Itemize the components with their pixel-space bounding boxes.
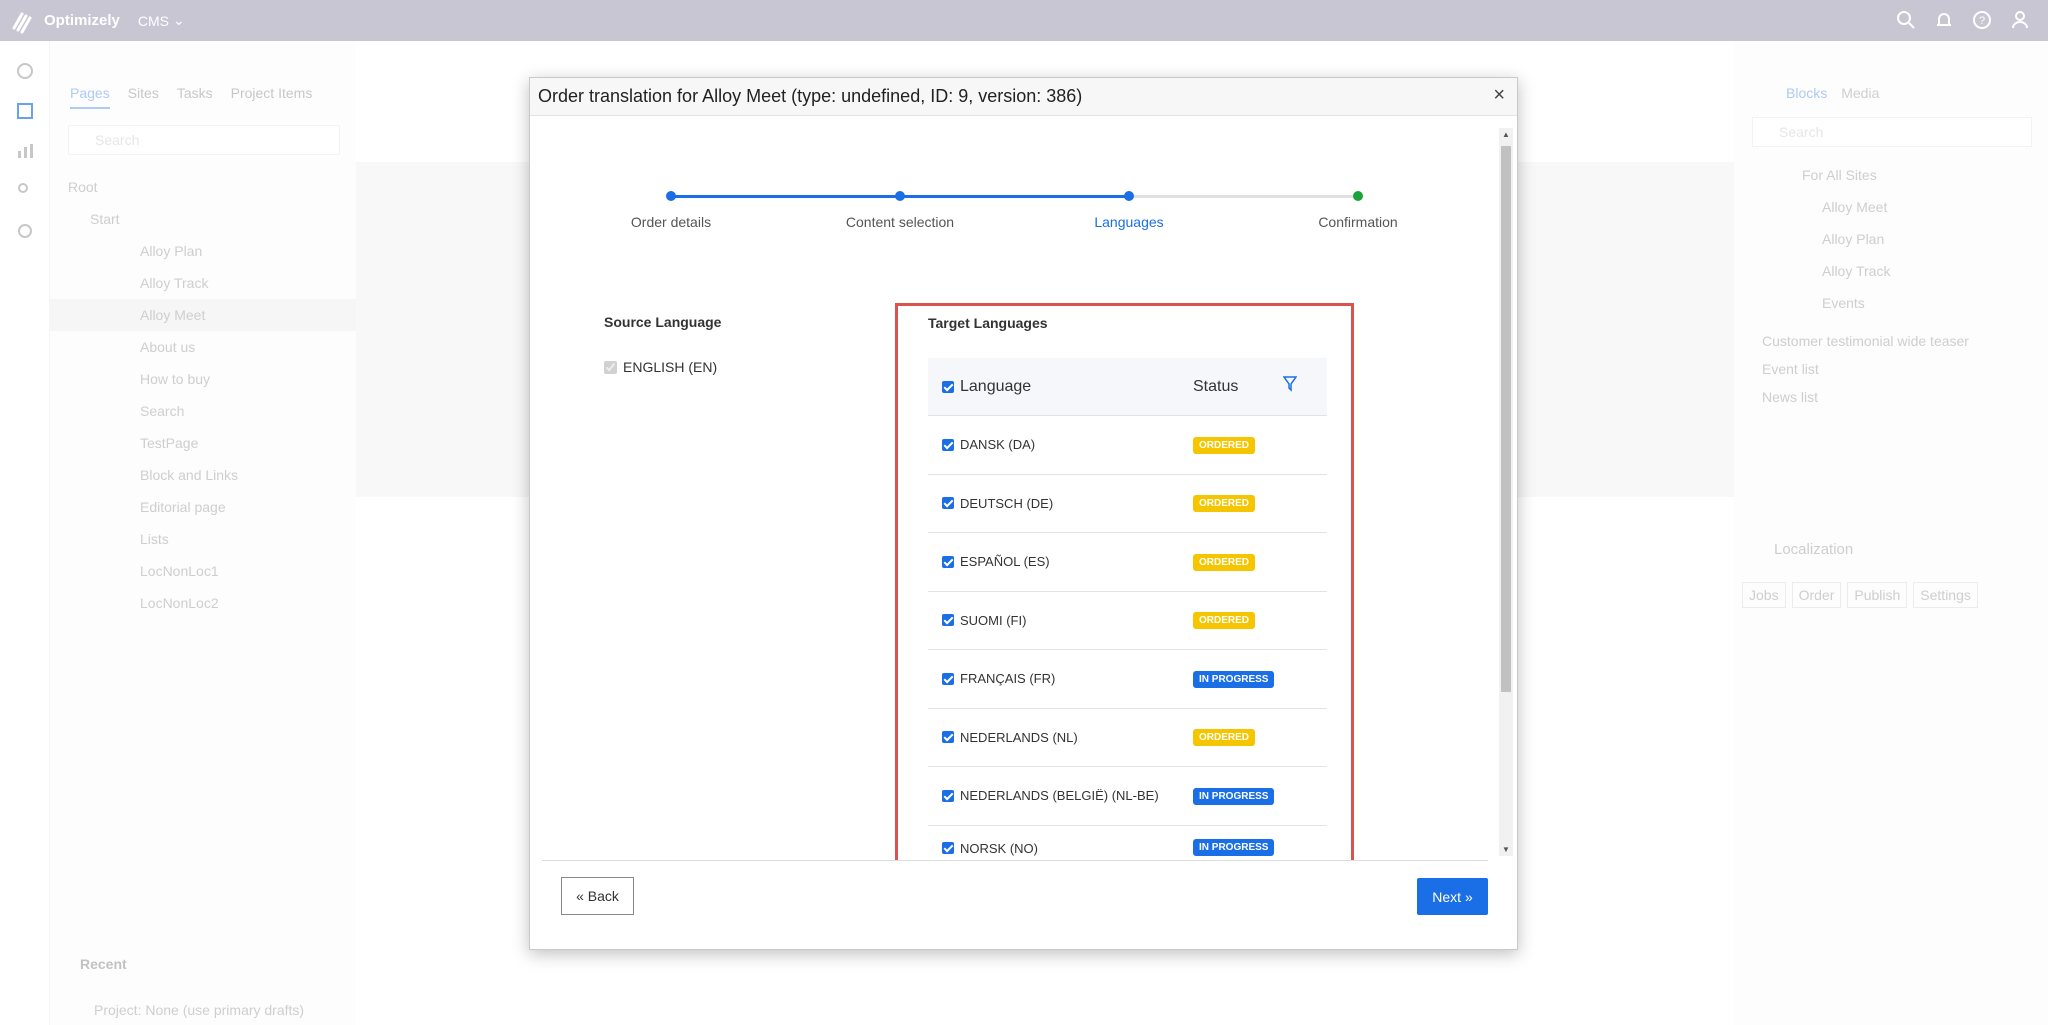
step-dot [1353, 191, 1363, 201]
table-row[interactable]: NEDERLANDS (BELGIË) (NL-BE) IN PROGRESS [928, 767, 1327, 826]
product-label: CMS [137, 12, 169, 29]
status-column-header: Status [1193, 377, 1239, 395]
brand[interactable]: Optimizely [0, 6, 120, 36]
user-icon[interactable] [2010, 10, 2030, 30]
language-checkbox[interactable] [942, 497, 954, 510]
top-bar: Optimizely CMS ⌄ ? [0, 0, 2048, 41]
target-languages-table: Language Status DANSK (DA) ORDERED DEUTS… [928, 358, 1327, 856]
source-language-item: ENGLISH (EN) [604, 359, 717, 375]
language-name: DANSK (DA) [960, 437, 1036, 453]
stepper-line-pending [1129, 195, 1358, 198]
language-name: ESPAÑOL (ES) [960, 554, 1050, 570]
language-name: NEDERLANDS (NL) [960, 729, 1078, 745]
language-checkbox[interactable] [942, 614, 954, 627]
step-label-order-details[interactable]: Order details [631, 214, 711, 230]
step-label-confirmation[interactable]: Confirmation [1318, 214, 1397, 230]
help-icon[interactable]: ? [1972, 10, 1992, 30]
source-language-label: ENGLISH (EN) [623, 359, 718, 375]
table-row[interactable]: NEDERLANDS (NL) ORDERED [928, 709, 1327, 767]
language-checkbox[interactable] [942, 789, 954, 802]
step-dot [895, 191, 905, 201]
status-badge: ORDERED [1193, 729, 1256, 747]
target-languages-highlight: Target Languages Language Status DANSK (… [895, 303, 1354, 860]
step-dot [1124, 191, 1134, 201]
back-button[interactable]: « Back [561, 877, 634, 915]
step-label-languages[interactable]: Languages [1094, 214, 1163, 230]
dialog-header: Order translation for Alloy Meet (type: … [530, 78, 1517, 116]
chevron-down-icon: ⌄ [172, 12, 185, 28]
brand-name: Optimizely [44, 12, 120, 29]
status-badge: ORDERED [1193, 612, 1256, 630]
table-row[interactable]: DEUTSCH (DE) ORDERED [928, 475, 1327, 533]
language-name: SUOMI (FI) [960, 612, 1027, 628]
wizard-stepper: Order details Content selection Language… [542, 176, 1488, 236]
dialog-title: Order translation for Alloy Meet (type: … [538, 86, 1083, 106]
status-badge: IN PROGRESS [1193, 838, 1275, 856]
language-checkbox[interactable] [942, 731, 954, 744]
step-dot [666, 191, 676, 201]
source-language-title: Source Language [604, 314, 722, 330]
table-row[interactable]: SUOMI (FI) ORDERED [928, 592, 1327, 650]
language-checkbox[interactable] [942, 438, 954, 451]
step-label-content-selection[interactable]: Content selection [846, 214, 954, 230]
table-header: Language Status [928, 358, 1327, 416]
status-badge: IN PROGRESS [1193, 787, 1275, 805]
status-badge: ORDERED [1193, 553, 1256, 571]
table-row[interactable]: FRANÇAIS (FR) IN PROGRESS [928, 650, 1327, 709]
bell-icon[interactable] [1934, 10, 1954, 30]
filter-icon[interactable] [1282, 376, 1327, 397]
search-icon[interactable] [1896, 10, 1916, 30]
scroll-down-icon[interactable]: ▼ [1502, 845, 1510, 854]
language-name: DEUTSCH (DE) [960, 495, 1054, 511]
status-badge: ORDERED [1193, 436, 1256, 454]
language-checkbox[interactable] [942, 672, 954, 685]
language-name: NEDERLANDS (BELGIË) (NL-BE) [960, 788, 1159, 804]
table-row[interactable]: DANSK (DA) ORDERED [928, 416, 1327, 475]
dialog-footer-divider [542, 860, 1488, 861]
dialog-scrollbar[interactable]: ▲ ▼ [1499, 128, 1513, 856]
dialog-body: Order details Content selection Language… [542, 118, 1488, 860]
source-language-checkbox [604, 360, 617, 374]
target-languages-title: Target Languages [928, 315, 1048, 331]
next-button[interactable]: Next » [1417, 878, 1488, 915]
close-icon[interactable]: × [1493, 84, 1505, 107]
language-name: FRANÇAIS (FR) [960, 671, 1056, 687]
table-row[interactable]: ESPAÑOL (ES) ORDERED [928, 533, 1327, 592]
status-badge: ORDERED [1193, 495, 1256, 513]
language-checkbox[interactable] [942, 842, 954, 854]
language-column-header: Language [960, 377, 1032, 395]
optimizely-logo-icon [12, 12, 32, 33]
scroll-up-icon[interactable]: ▲ [1502, 130, 1510, 139]
order-translation-dialog: Order translation for Alloy Meet (type: … [529, 77, 1518, 950]
select-all-checkbox[interactable] [942, 380, 954, 393]
table-row[interactable]: NORSK (NO) IN PROGRESS [928, 826, 1327, 856]
status-badge: IN PROGRESS [1193, 670, 1275, 688]
language-checkbox[interactable] [942, 555, 954, 568]
scrollbar-thumb[interactable] [1501, 146, 1511, 692]
language-name: NORSK (NO) [960, 840, 1038, 856]
product-switcher[interactable]: CMS ⌄ [138, 12, 185, 29]
svg-text:?: ? [1979, 15, 1985, 27]
